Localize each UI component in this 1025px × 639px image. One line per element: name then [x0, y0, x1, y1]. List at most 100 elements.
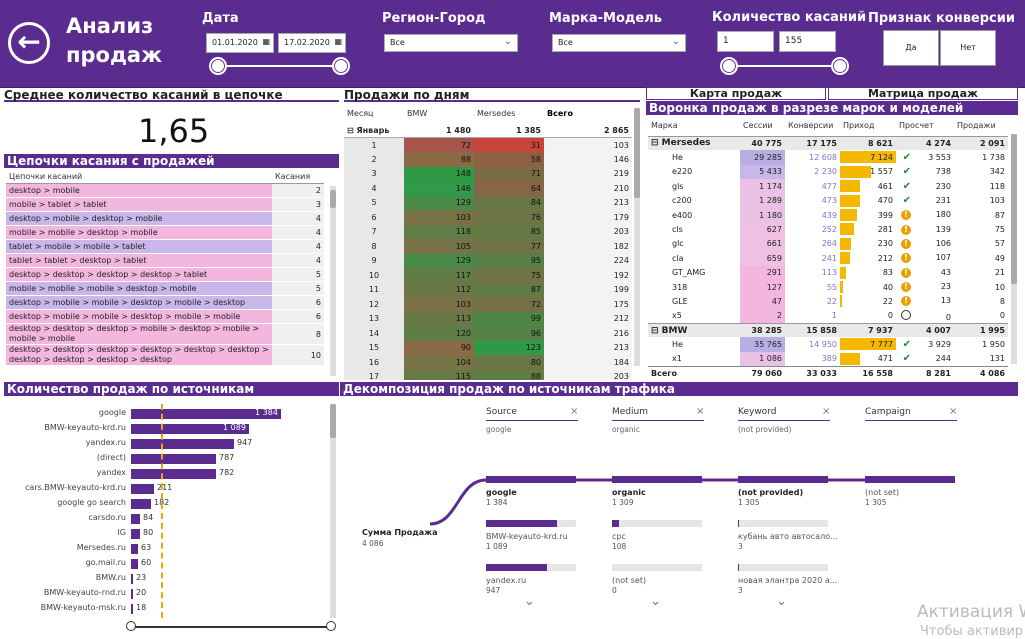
chains-scrollbar[interactable] — [330, 186, 336, 376]
decomp-node-bar[interactable] — [738, 476, 828, 483]
funnel-scrollbar-thumb[interactable] — [1011, 134, 1017, 284]
close-icon[interactable]: × — [949, 406, 957, 417]
back-arrow-icon[interactable]: ← — [8, 22, 50, 64]
table-row[interactable]: 2 88 58 146 — [344, 152, 632, 167]
close-icon[interactable]: × — [570, 406, 578, 417]
table-row[interactable]: 10 117 75 192 — [344, 268, 632, 283]
table-row[interactable]: Не 29 285 12 608 7 124 ✔ 3 553 1 738 — [648, 150, 1008, 165]
table-row[interactable]: 14 120 96 216 — [344, 326, 632, 341]
sources-scrollbar[interactable] — [330, 404, 336, 618]
sales-col-header[interactable]: Всего — [544, 104, 632, 123]
table-row[interactable]: desktop > desktop > desktop > desktop > … — [6, 344, 324, 366]
table-row[interactable]: 6 103 76 179 — [344, 210, 632, 225]
table-row[interactable]: e220 5 433 2 230 1 557 ✔ 738 342 — [648, 164, 1008, 180]
source-bar[interactable] — [131, 454, 216, 464]
table-row[interactable]: desktop > desktop > desktop > desktop > … — [6, 267, 324, 282]
decomp-node-bg[interactable] — [612, 564, 702, 571]
funnel-col-header[interactable]: Сессии — [740, 116, 785, 136]
table-row[interactable]: desktop > mobile > mobile > desktop > mo… — [6, 295, 324, 310]
sales-col-header[interactable]: Mersedes — [474, 104, 544, 123]
source-bar[interactable] — [131, 484, 154, 494]
funnel-col-header[interactable]: Конверсии — [785, 116, 840, 136]
table-row[interactable]: tablet > mobile > mobile > tablet 4 — [6, 239, 324, 254]
table-row[interactable]: 12 103 72 175 — [344, 297, 632, 312]
calendar-icon[interactable]: ▦ — [262, 37, 270, 46]
table-row[interactable]: Не 35 765 14 950 7 777 ✔ 3 929 1 950 — [648, 337, 1008, 352]
source-bar[interactable] — [131, 529, 140, 539]
source-bar[interactable] — [131, 439, 234, 449]
table-row[interactable]: gls 1 174 477 461 ✔ 230 118 — [648, 179, 1008, 194]
source-bar[interactable] — [131, 559, 138, 569]
table-row[interactable]: cls 627 252 281! 139 75 — [648, 222, 1008, 237]
table-row[interactable]: desktop > mobile > desktop > mobile 4 — [6, 211, 324, 226]
table-row[interactable]: 8 105 77 182 — [344, 239, 632, 254]
table-row[interactable]: 13 113 99 212 — [344, 311, 632, 326]
table-row[interactable]: desktop > mobile > mobile > desktop > mo… — [6, 309, 324, 324]
table-row[interactable]: GT_AMG 291 113 83! 43 21 — [648, 265, 1008, 280]
chains-col-header[interactable]: Касания — [272, 170, 324, 184]
table-row[interactable]: mobile > mobile > mobile > desktop > mob… — [6, 281, 324, 296]
decomp-column-title[interactable]: Keyword — [738, 407, 776, 417]
source-bar[interactable] — [131, 544, 138, 554]
table-row[interactable]: GLE 47 22 22! 13 8 — [648, 294, 1008, 309]
group-row[interactable]: ⊟ Январь 1 480 1 385 2 865 — [344, 123, 632, 138]
table-row[interactable]: 4 146 64 210 — [344, 181, 632, 196]
source-bar[interactable] — [131, 499, 151, 509]
region-dropdown[interactable]: Все ⌄ — [384, 34, 518, 52]
table-row[interactable]: x5 2 1 0 0 0 — [648, 308, 1008, 324]
table-row[interactable]: 11 112 87 199 — [344, 282, 632, 297]
sales-scrollbar[interactable] — [634, 108, 640, 366]
decomp-column-title[interactable]: Source — [486, 407, 517, 417]
touches-from-input[interactable]: 1 — [717, 31, 774, 52]
source-bar[interactable] — [131, 604, 133, 614]
chevron-down-icon[interactable]: ⌄ — [776, 594, 787, 609]
chevron-down-icon[interactable]: ⌄ — [650, 594, 661, 609]
touches-to-input[interactable]: 155 — [779, 31, 836, 52]
table-row[interactable]: 15 90 123 213 — [344, 340, 632, 355]
table-row[interactable]: mobile > tablet > tablet 3 — [6, 197, 324, 212]
decomp-column-title[interactable]: Campaign — [865, 407, 911, 417]
table-row[interactable]: c200 1 289 473 470 ✔ 231 103 — [648, 193, 1008, 208]
funnel-group-name[interactable]: ⊟ BMW — [648, 323, 740, 337]
table-row[interactable]: mobile > mobile > desktop > mobile 4 — [6, 225, 324, 240]
sales-col-header[interactable]: BMW — [404, 104, 474, 123]
table-row[interactable]: 1 72 31 103 — [344, 137, 632, 152]
sales-scrollbar-thumb[interactable] — [634, 108, 640, 198]
sources-zoom-slider-right-handle[interactable] — [326, 621, 336, 631]
table-row[interactable]: 17 115 88 203 — [344, 369, 632, 380]
sources-scrollbar-thumb[interactable] — [330, 404, 336, 438]
sales-map-nav[interactable]: Карта продаж — [646, 87, 826, 100]
funnel-group-row[interactable]: ⊟ Mersedes 40 775 17 175 8 621 4 274 2 091 — [648, 136, 1008, 151]
table-row[interactable]: 318 127 55 40! 23 10 — [648, 279, 1008, 295]
funnel-col-header[interactable]: Приход — [840, 116, 896, 136]
table-row[interactable]: 3 148 71 219 — [344, 166, 632, 181]
decomp-node-bar[interactable] — [738, 520, 739, 527]
funnel-col-header[interactable]: Марка — [648, 116, 740, 136]
date-from-input[interactable]: 01.01.2020 ▦ — [206, 33, 274, 53]
sources-zoom-slider-track[interactable] — [131, 626, 331, 628]
decomp-node-bar[interactable] — [612, 476, 702, 483]
decomp-node-bar[interactable] — [612, 520, 619, 527]
chains-scrollbar-thumb[interactable] — [330, 190, 336, 208]
table-row[interactable]: 5 129 84 213 — [344, 195, 632, 210]
table-row[interactable]: glc 661 264 230! 106 57 — [648, 236, 1008, 252]
source-bar[interactable] — [131, 514, 140, 524]
brand-dropdown[interactable]: Все ⌄ — [552, 34, 686, 52]
date-slider-end-handle[interactable] — [332, 57, 350, 75]
chevron-down-icon[interactable]: ⌄ — [524, 594, 535, 609]
date-slider-track[interactable] — [218, 65, 342, 67]
decomp-node-bg[interactable] — [738, 520, 828, 527]
sales-col-header[interactable]: Месяц — [344, 104, 404, 123]
sales-matrix-nav[interactable]: Матрица продаж — [828, 87, 1018, 100]
table-row[interactable]: 7 118 85 203 — [344, 224, 632, 239]
close-icon[interactable]: × — [696, 406, 704, 417]
decomp-node-bar[interactable] — [486, 476, 576, 483]
calendar-icon[interactable]: ▦ — [334, 37, 342, 46]
table-row[interactable]: cla 659 241 212! 107 49 — [648, 251, 1008, 266]
table-row[interactable]: 16 104 80 184 — [344, 355, 632, 370]
decomp-column-title[interactable]: Medium — [612, 407, 648, 417]
close-icon[interactable]: × — [822, 406, 830, 417]
table-row[interactable]: x1 1 086 389 471 ✔ 244 131 — [648, 351, 1008, 367]
touches-slider-start-handle[interactable] — [720, 57, 738, 75]
source-bar[interactable] — [131, 469, 216, 479]
